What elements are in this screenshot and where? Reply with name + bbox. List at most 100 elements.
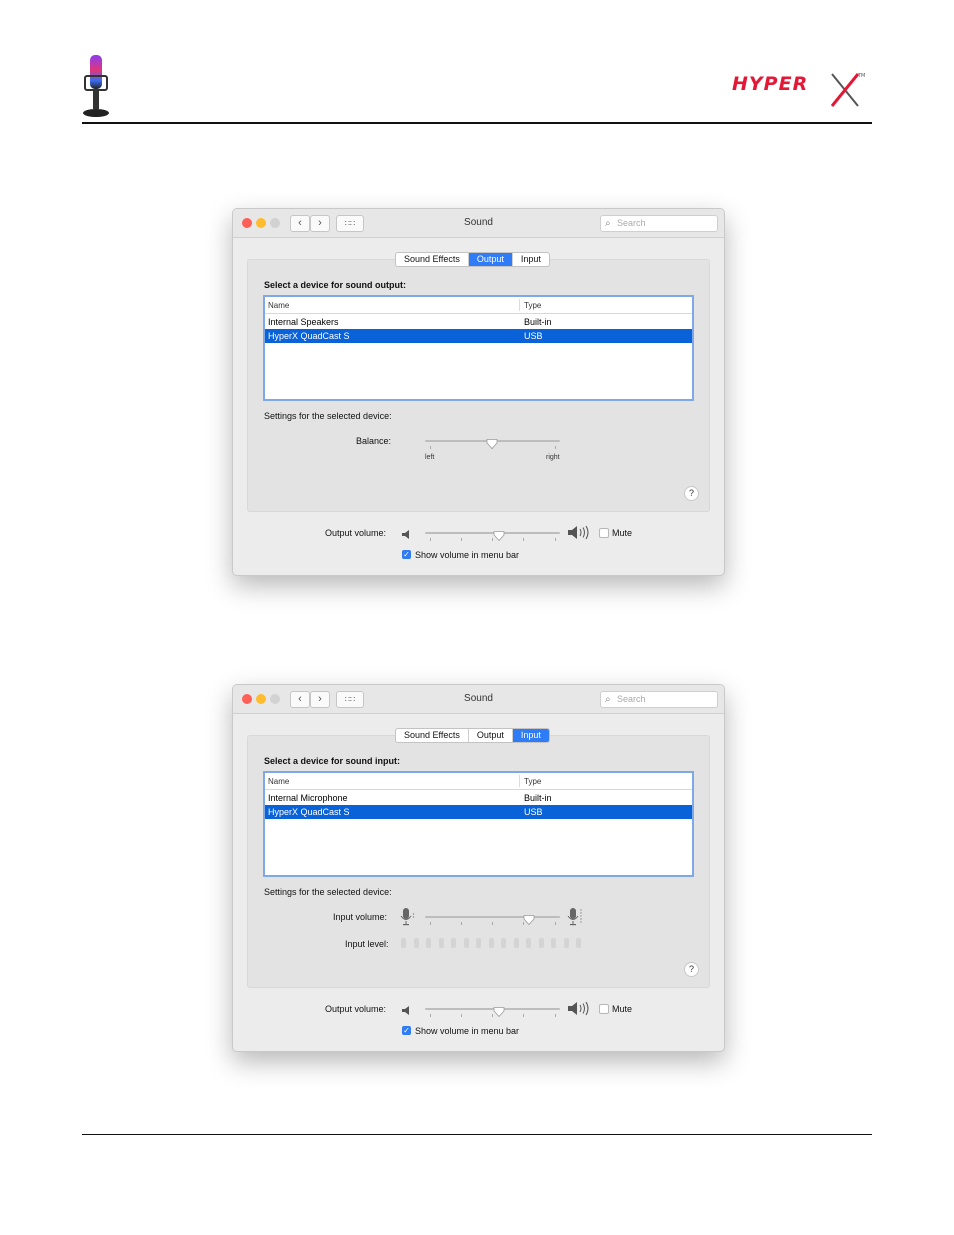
mute-checkbox[interactable] — [599, 528, 609, 538]
table-header: Name Type — [265, 773, 692, 790]
input-volume-slider-track[interactable] — [425, 916, 560, 918]
tick-mark — [461, 538, 462, 541]
svg-text:HYPER: HYPER — [732, 73, 808, 95]
level-segment — [463, 938, 469, 948]
device-type: Built-in — [524, 793, 552, 803]
mute-checkbox[interactable] — [599, 1004, 609, 1014]
tick-mark — [555, 1014, 556, 1017]
device-type: USB — [524, 331, 543, 341]
input-level-label: Input level: — [345, 939, 389, 949]
show-volume-checkbox[interactable]: ✓ — [402, 1026, 411, 1035]
hyperx-logo: HYPER TM — [732, 68, 866, 112]
tab-bar: Sound Effects Output Input — [395, 728, 550, 743]
tick-mark — [430, 446, 431, 449]
sound-window-input: ‹ › ∷∷ Sound ⌕ Search Sound Effects Outp… — [232, 684, 725, 1052]
level-segment — [488, 938, 494, 948]
output-volume-label: Output volume: — [325, 528, 387, 538]
input-volume-label: Input volume: — [333, 912, 388, 922]
speaker-high-icon — [567, 525, 593, 545]
level-segment — [451, 938, 456, 948]
level-segment — [438, 938, 444, 948]
settings-label: Settings for the selected device: — [264, 411, 392, 421]
device-table[interactable]: Name Type Internal Speakers Built-in Hyp… — [263, 295, 694, 401]
search-input[interactable]: ⌕ Search — [600, 215, 718, 232]
show-volume-label: Show volume in menu bar — [415, 550, 520, 560]
balance-slider-knob[interactable] — [486, 436, 498, 450]
search-placeholder: Search — [617, 218, 646, 228]
tab-bar: Sound Effects Output Input — [395, 252, 550, 267]
tick-mark — [523, 1014, 524, 1017]
level-segment — [426, 938, 431, 948]
tick-mark — [461, 922, 462, 925]
level-segment — [401, 938, 406, 948]
column-name[interactable]: Name — [268, 777, 289, 786]
column-type[interactable]: Type — [524, 777, 541, 786]
svg-text:TM: TM — [857, 73, 865, 79]
tick-mark — [461, 1014, 462, 1017]
tab-output[interactable]: Output — [469, 729, 513, 742]
output-volume-slider-knob[interactable] — [493, 1004, 505, 1018]
tab-output[interactable]: Output — [468, 253, 513, 266]
help-button[interactable]: ? — [684, 486, 699, 501]
tick-mark — [430, 538, 431, 541]
device-type: USB — [524, 807, 543, 817]
tab-sound-effects[interactable]: Sound Effects — [396, 253, 469, 266]
level-segment — [513, 938, 519, 948]
level-segment — [476, 938, 481, 948]
table-row[interactable]: Internal Microphone Built-in — [265, 791, 692, 805]
column-separator — [519, 775, 520, 787]
device-heading: Select a device for sound input: — [264, 756, 401, 766]
mute-label: Mute — [612, 1004, 633, 1014]
title-bar: ‹ › ∷∷ Sound ⌕ Search — [233, 685, 724, 714]
tab-input[interactable]: Input — [513, 253, 549, 266]
microphone-low-icon — [400, 907, 416, 932]
device-name: Internal Microphone — [268, 793, 348, 803]
speaker-low-icon — [401, 1003, 412, 1021]
level-segment — [526, 938, 531, 948]
tick-mark — [430, 1014, 431, 1017]
input-volume-slider-knob[interactable] — [523, 912, 535, 926]
tick-mark — [523, 538, 524, 541]
header-rule — [82, 122, 872, 124]
footer-rule — [82, 1134, 872, 1135]
tick-mark — [555, 538, 556, 541]
title-bar: ‹ › ∷∷ Sound ⌕ Search — [233, 209, 724, 238]
help-button[interactable]: ? — [684, 962, 699, 977]
level-segment — [501, 938, 506, 948]
column-separator — [519, 299, 520, 311]
level-segment — [576, 938, 581, 948]
tick-mark — [555, 446, 556, 449]
balance-label: Balance: — [356, 436, 392, 446]
search-input[interactable]: ⌕ Search — [600, 691, 718, 708]
output-volume-slider-knob[interactable] — [493, 528, 505, 542]
balance-right-label: right — [546, 454, 560, 461]
checkmark-icon: ✓ — [403, 550, 410, 559]
tick-mark — [492, 922, 493, 925]
table-row-selected[interactable]: HyperX QuadCast S USB — [265, 805, 692, 819]
column-name[interactable]: Name — [268, 301, 289, 310]
input-level-meter — [401, 938, 583, 949]
search-placeholder: Search — [617, 694, 646, 704]
speaker-low-icon — [401, 527, 412, 545]
microphone-icon — [82, 54, 112, 120]
column-type[interactable]: Type — [524, 301, 541, 310]
device-table[interactable]: Name Type Internal Microphone Built-in H… — [263, 771, 694, 877]
microphone-high-icon — [567, 907, 585, 932]
tab-sound-effects[interactable]: Sound Effects — [396, 729, 469, 742]
device-heading: Select a device for sound output: — [264, 280, 407, 290]
table-row-selected[interactable]: HyperX QuadCast S USB — [265, 329, 692, 343]
sound-window-output: ‹ › ∷∷ Sound ⌕ Search Sound Effects Outp… — [232, 208, 725, 576]
tick-mark — [555, 922, 556, 925]
tick-mark — [430, 922, 431, 925]
output-volume-label: Output volume: — [325, 1004, 387, 1014]
table-header: Name Type — [265, 297, 692, 314]
table-row[interactable]: Internal Speakers Built-in — [265, 315, 692, 329]
show-volume-label: Show volume in menu bar — [415, 1026, 520, 1036]
mute-label: Mute — [612, 528, 633, 538]
show-volume-checkbox[interactable]: ✓ — [402, 550, 411, 559]
device-name: HyperX QuadCast S — [268, 807, 350, 817]
tab-input[interactable]: Input — [512, 729, 549, 742]
speaker-high-icon — [567, 1001, 593, 1021]
level-segment — [538, 938, 544, 948]
device-type: Built-in — [524, 317, 552, 327]
